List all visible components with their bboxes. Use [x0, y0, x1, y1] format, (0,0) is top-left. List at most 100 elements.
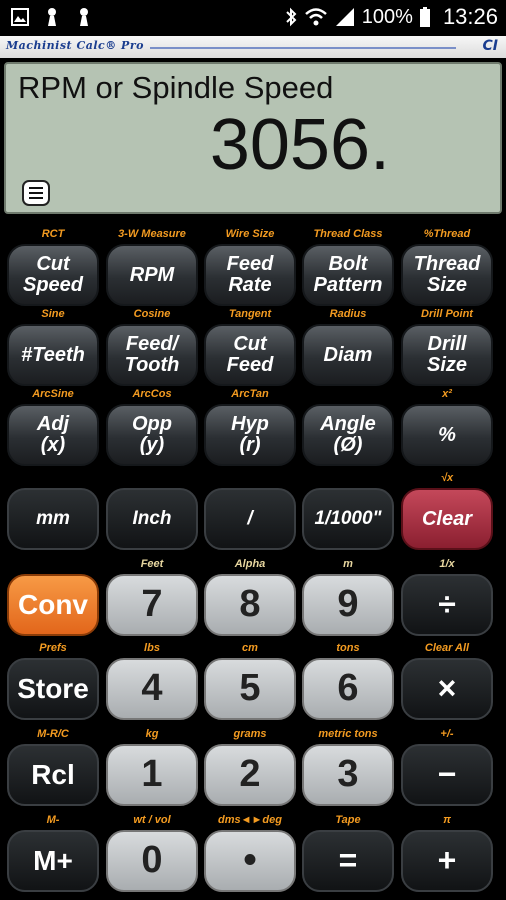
key-3[interactable]: metric tons 3	[302, 726, 394, 810]
key-1-1000[interactable]: 1/1000"	[302, 470, 394, 554]
key-label: 9	[337, 583, 359, 626]
key-button[interactable]: =	[302, 830, 394, 892]
key-button[interactable]: Conv	[7, 574, 99, 636]
key-[interactable]: π +	[401, 812, 493, 896]
key-adj-x[interactable]: ArcSine Adj (x)	[7, 386, 99, 470]
key-[interactable]: x²%	[401, 386, 493, 470]
key-cut-speed[interactable]: RCT Cut Speed	[7, 226, 99, 310]
key-1[interactable]: kg 1	[106, 726, 198, 810]
key-button[interactable]: ÷	[401, 574, 493, 636]
key-drill-size[interactable]: Drill Point Drill Size	[401, 306, 493, 390]
key-feed-rate[interactable]: Wire Size Feed Rate	[204, 226, 296, 310]
key-secondary-label: 3-W Measure	[118, 228, 186, 240]
key-m[interactable]: M- M+	[7, 812, 99, 896]
key-button[interactable]: #Teeth	[7, 324, 99, 386]
key-button[interactable]: Diam	[302, 324, 394, 386]
key-inch[interactable]: Inch	[106, 470, 198, 554]
key-button[interactable]: Cut Feed	[204, 324, 296, 386]
key-button[interactable]: 1	[106, 744, 198, 806]
key-button[interactable]: 0	[106, 830, 198, 892]
key-label: Feed Rate	[226, 253, 274, 296]
key-button[interactable]: /	[204, 488, 296, 550]
key-button[interactable]: Inch	[106, 488, 198, 550]
key-0[interactable]: wt / vol 0	[106, 812, 198, 896]
key-[interactable]: 1/x ÷	[401, 556, 493, 640]
key-store[interactable]: Prefs Store	[7, 640, 99, 724]
key-button[interactable]: 9	[302, 574, 394, 636]
key-button[interactable]: Bolt Pattern	[302, 244, 394, 306]
key-button[interactable]: Angle (Ø)	[302, 404, 394, 466]
display-value: 3056.	[209, 105, 390, 185]
key-2[interactable]: grams 2	[204, 726, 296, 810]
key-button[interactable]: Thread Size	[401, 244, 493, 306]
key-rpm[interactable]: 3-W Measure RPM	[106, 226, 198, 310]
chess-pawn-icon-2	[80, 8, 88, 26]
battery-percent: 100%	[361, 5, 413, 28]
key-button[interactable]: 2	[204, 744, 296, 806]
key-[interactable]: /	[204, 470, 296, 554]
key-label: 1	[141, 753, 163, 796]
key-[interactable]: Tape =	[302, 812, 394, 896]
key-[interactable]: Clear All ×	[401, 640, 493, 724]
key-button[interactable]: Opp (y)	[106, 404, 198, 466]
key-4[interactable]: lbs 4	[106, 640, 198, 724]
key-label: 5	[239, 667, 261, 710]
key-button[interactable]: 4	[106, 658, 198, 720]
key-button[interactable]: +	[401, 830, 493, 892]
key-thread-size[interactable]: %Thread Thread Size	[401, 226, 493, 310]
key-button[interactable]: −	[401, 744, 493, 806]
key-label: 0	[141, 839, 163, 882]
key-7[interactable]: Feet 7	[106, 556, 198, 640]
key-angle[interactable]: Angle (Ø)	[302, 386, 394, 470]
key-button[interactable]: M+	[7, 830, 99, 892]
key-button[interactable]: RPM	[106, 244, 198, 306]
key-5[interactable]: cm 5	[204, 640, 296, 724]
key-button[interactable]: %	[401, 404, 493, 466]
key-button[interactable]: Cut Speed	[7, 244, 99, 306]
key-button[interactable]: •	[204, 830, 296, 892]
key-button[interactable]: 6	[302, 658, 394, 720]
key-button[interactable]: Feed Rate	[204, 244, 296, 306]
key-secondary-label: ArcTan	[231, 388, 269, 400]
key-secondary-label: m	[343, 558, 353, 570]
key-[interactable]: dms◄►deg •	[204, 812, 296, 896]
key-button[interactable]: 1/1000"	[302, 488, 394, 550]
key-button[interactable]: Rcl	[7, 744, 99, 806]
key-opp-y[interactable]: ArcCos Opp (y)	[106, 386, 198, 470]
key-clear[interactable]: √x Clear	[401, 470, 493, 554]
key-diam[interactable]: Radius Diam	[302, 306, 394, 390]
key-hyp-r[interactable]: ArcTan Hyp (r)	[204, 386, 296, 470]
key-button[interactable]: Store	[7, 658, 99, 720]
key-bolt-pattern[interactable]: Thread Class Bolt Pattern	[302, 226, 394, 310]
lcd-display: RPM or Spindle Speed 3056.	[4, 62, 502, 214]
key-button[interactable]: 8	[204, 574, 296, 636]
key-6[interactable]: tons 6	[302, 640, 394, 724]
key-conv[interactable]: Conv	[7, 556, 99, 640]
key-[interactable]: +/- −	[401, 726, 493, 810]
key-label: Cut Feed	[226, 333, 274, 376]
key-button[interactable]: 5	[204, 658, 296, 720]
wifi-icon	[304, 8, 327, 26]
key-8[interactable]: Alpha 8	[204, 556, 296, 640]
key-button[interactable]: Feed/ Tooth	[106, 324, 198, 386]
key-rcl[interactable]: M-R/C Rcl	[7, 726, 99, 810]
key-mm[interactable]: mm	[7, 470, 99, 554]
key-secondary-label: Cosine	[133, 308, 171, 320]
key-feed-tooth[interactable]: Cosine Feed/ Tooth	[106, 306, 198, 390]
key-label: Opp (y)	[132, 413, 172, 456]
key-button[interactable]: 7	[106, 574, 198, 636]
key-secondary-label: cm	[242, 642, 258, 654]
key-button[interactable]: ×	[401, 658, 493, 720]
key-button[interactable]: Adj (x)	[7, 404, 99, 466]
menu-icon[interactable]	[22, 180, 50, 206]
key-teeth[interactable]: Sine #Teeth	[7, 306, 99, 390]
key-cut-feed[interactable]: Tangent Cut Feed	[204, 306, 296, 390]
key-button[interactable]: Clear	[401, 488, 493, 550]
key-button[interactable]: Hyp (r)	[204, 404, 296, 466]
key-button[interactable]: Drill Size	[401, 324, 493, 386]
brand-logo: CI	[482, 38, 498, 54]
key-9[interactable]: m9	[302, 556, 394, 640]
key-button[interactable]: 3	[302, 744, 394, 806]
gallery-icon	[11, 8, 29, 26]
key-button[interactable]: mm	[7, 488, 99, 550]
